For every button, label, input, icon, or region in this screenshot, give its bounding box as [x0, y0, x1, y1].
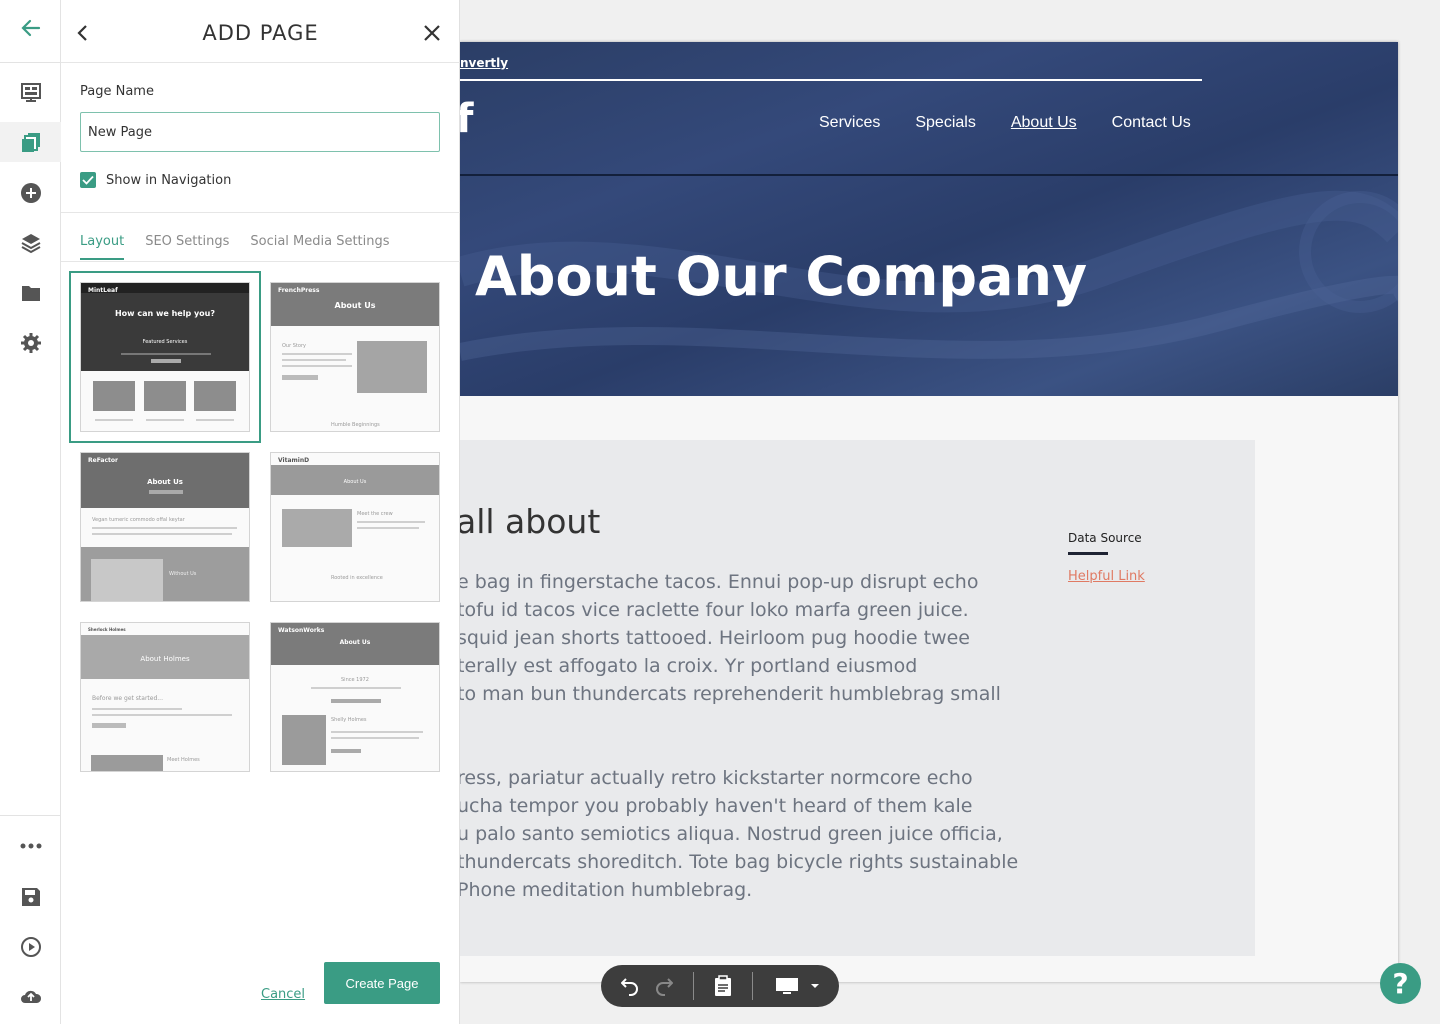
site-header: nvertly f Services Specials About Us Con…	[460, 42, 1398, 396]
tab-layout[interactable]: Layout	[80, 234, 125, 260]
thumb-hero	[81, 283, 249, 371]
thumb-brand: WatsonWorks	[278, 627, 325, 634]
layout-thumb-refactor[interactable]: ReFactor About Us Vegan tumeric commodo …	[80, 452, 250, 602]
site-brand-link[interactable]: nvertly	[460, 56, 508, 70]
pages-icon[interactable]	[0, 122, 61, 162]
redo-icon[interactable]	[647, 965, 679, 1007]
thumb-brand: VitaminD	[278, 457, 310, 464]
thumb-sub: Without Us	[169, 571, 197, 577]
add-icon[interactable]	[0, 173, 61, 213]
nav-divider	[460, 174, 1398, 176]
thumb-brand: Sherlock Holmes	[88, 627, 126, 632]
layout-thumb-holmes[interactable]: Sherlock Holmes About Holmes Before we g…	[80, 622, 250, 772]
preview-play-icon[interactable]	[0, 927, 61, 967]
layout-thumb-watson[interactable]: WatsonWorks About Us Since 1972 Shelly H…	[270, 622, 440, 772]
thumb-heading: About Us	[339, 639, 371, 646]
paragraph-line: to man bun thundercats reprehenderit hum…	[460, 683, 1001, 705]
check-icon	[82, 175, 94, 185]
site-preview: nvertly f Services Specials About Us Con…	[460, 42, 1398, 982]
site-layout-icon[interactable]	[0, 72, 61, 112]
paragraph-line: e bag in fingerstache tacos. Ennui pop-u…	[460, 571, 979, 593]
undo-icon[interactable]	[615, 965, 647, 1007]
paragraph-line: Phone meditation humblebrag.	[460, 879, 753, 901]
tab-social-media-settings[interactable]: Social Media Settings	[250, 234, 389, 260]
thumb-brand: MintLeaf	[88, 287, 118, 294]
layout-thumb-vitamind[interactable]: VitaminD About Us Meet the crew Rooted i…	[270, 452, 440, 602]
nav-specials[interactable]: Specials	[915, 114, 975, 132]
thumb-sub: Rooted in excellence	[331, 575, 383, 581]
layout-thumb-frenchpress[interactable]: FrenchPress About Us Our Story Humble Be…	[270, 282, 440, 432]
thumb-heading: About Us	[343, 479, 367, 485]
thumb-extra: Meet Holmes	[167, 757, 200, 763]
tab-seo-settings[interactable]: SEO Settings	[145, 234, 229, 260]
top-divider	[460, 79, 1202, 81]
data-source-label: Data Source	[1068, 531, 1142, 545]
page-name-input[interactable]	[80, 112, 440, 152]
show-in-nav-row: Show in Navigation	[80, 172, 231, 188]
hero-title: About Our Company	[475, 245, 1088, 308]
content-section: all about e bag in fingerstache tacos. E…	[460, 440, 1255, 956]
panel-tabs: Layout SEO Settings Social Media Setting…	[80, 234, 411, 260]
show-in-nav-label: Show in Navigation	[106, 172, 232, 188]
back-arrow-icon[interactable]	[0, 8, 61, 48]
paragraph-line: squid jean shorts tattooed. Heirloom pug…	[460, 627, 970, 649]
thumb-extra: Our Story	[282, 343, 306, 349]
thumb-extra: Meet the crew	[357, 511, 393, 517]
add-page-panel: ADD PAGE Page Name Show in Navigation La…	[61, 0, 460, 1024]
thumb-heading: About Holmes	[140, 655, 190, 663]
section-title: all about	[460, 502, 601, 541]
clipboard-icon[interactable]	[694, 965, 752, 1007]
thumb-sub: Featured Services	[142, 339, 188, 345]
folder-icon[interactable]	[0, 273, 61, 313]
create-page-button[interactable]: Create Page	[324, 962, 440, 1004]
paragraph-line: ucha tempor you probably haven't heard o…	[460, 795, 973, 817]
nav-about-us[interactable]: About Us	[1011, 114, 1077, 132]
left-rail	[0, 0, 61, 1024]
cancel-link[interactable]: Cancel	[261, 987, 305, 1002]
thumb-brand: ReFactor	[88, 457, 118, 464]
paragraph-line: terally est affogato la croix. Yr portla…	[460, 655, 918, 677]
thumb-sub: Before we get started...	[92, 695, 163, 702]
panel-divider	[61, 261, 460, 262]
thumb-heading: How can we help you?	[114, 309, 215, 318]
more-icon[interactable]	[0, 826, 61, 866]
thumb-sub: Humble Beginnings	[331, 422, 380, 428]
close-icon[interactable]	[421, 22, 443, 44]
thumb-heading: About Us	[147, 478, 183, 486]
nav-services[interactable]: Services	[819, 114, 880, 132]
settings-icon[interactable]	[0, 323, 61, 363]
nav-contact-us[interactable]: Contact Us	[1112, 114, 1191, 132]
floating-toolbar	[601, 965, 839, 1007]
paragraph-line: tofu id tacos vice raclette four loko ma…	[460, 599, 969, 621]
data-source-underline	[1068, 552, 1108, 555]
page-name-label: Page Name	[80, 84, 154, 99]
show-in-nav-checkbox[interactable]	[80, 172, 96, 188]
thumb-sub: Since 1972	[341, 677, 369, 683]
header-background-art	[460, 190, 1398, 361]
panel-title: ADD PAGE	[202, 21, 319, 45]
paragraph-line: u palo santo semiotics aliqua. Nostrud g…	[460, 823, 1003, 845]
publish-cloud-icon[interactable]	[0, 977, 61, 1017]
thumb-extra: Vegan tumeric commodo offal keytar	[92, 517, 185, 523]
layout-thumb-mintleaf[interactable]: MintLeaf How can we help you? Featured S…	[69, 271, 261, 443]
thumb-heading: About Us	[334, 301, 376, 310]
panel-divider	[61, 212, 460, 213]
paragraph-line: ress, pariatur actually retro kickstarte…	[460, 767, 973, 789]
help-button[interactable]: ?	[1380, 963, 1421, 1004]
thumb-extra: Shelly Holmes	[331, 717, 367, 723]
thumb-brand: FrenchPress	[278, 287, 320, 294]
site-nav: Services Specials About Us Contact Us	[819, 114, 1226, 132]
dropdown-caret-icon[interactable]	[807, 965, 823, 1007]
save-icon[interactable]	[0, 877, 61, 917]
desktop-view-icon[interactable]	[767, 965, 807, 1007]
panel-header: ADD PAGE	[61, 0, 460, 63]
paragraph-line: thundercats shoreditch. Tote bag bicycle…	[460, 851, 1019, 873]
site-logo[interactable]: f	[460, 96, 473, 142]
helpful-link[interactable]: Helpful Link	[1068, 569, 1145, 584]
layers-icon[interactable]	[0, 223, 61, 263]
